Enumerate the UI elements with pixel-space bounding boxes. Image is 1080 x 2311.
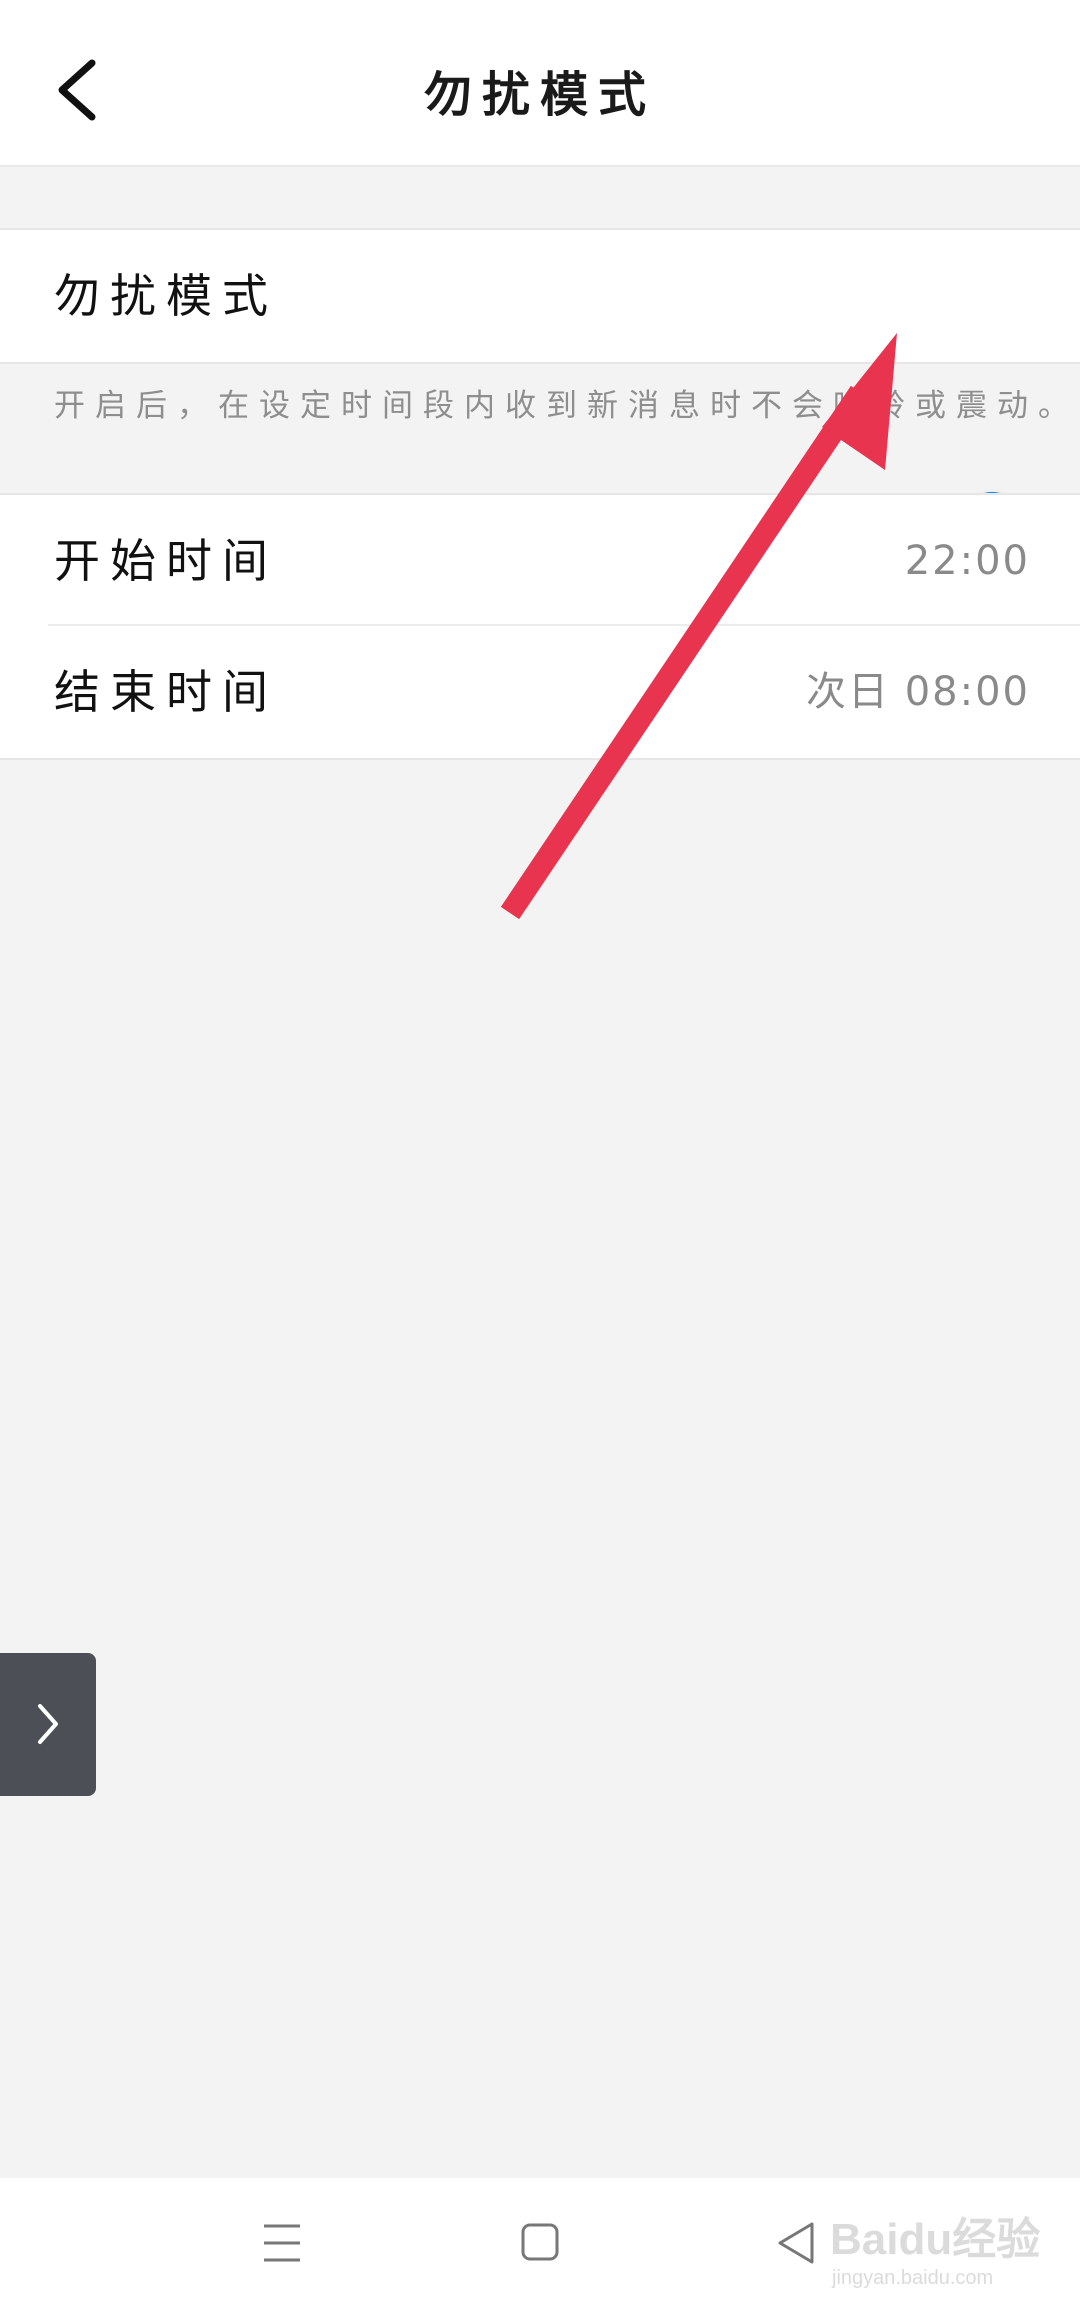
back-triangle-icon[interactable]	[776, 2218, 816, 2268]
page-title: 勿扰模式	[423, 67, 656, 123]
dnd-hint-text: 开启后，在设定时间段内收到新消息时不会响铃或震动。	[54, 388, 1079, 424]
dnd-label: 勿扰模式	[54, 269, 278, 323]
end-time-row[interactable]: 结束时间 次日 08:00	[0, 626, 1080, 760]
dnd-setting-row: 勿扰模式	[0, 228, 1080, 550]
chevron-right-icon	[38, 1704, 58, 1744]
start-time-label: 开始时间	[54, 534, 278, 588]
menu-icon[interactable]	[262, 2218, 302, 2268]
side-expand-tab[interactable]	[0, 1653, 96, 1796]
home-square-icon[interactable]	[520, 2218, 560, 2268]
app-header: 勿扰模式	[0, 0, 1080, 167]
watermark-text: Baidu经验	[830, 2215, 1041, 2264]
end-time-value: 次日 08:00	[806, 669, 1030, 715]
end-time-label: 结束时间	[54, 665, 278, 719]
baidu-watermark: Baidu经验 jingyan.baidu.com	[820, 2185, 1060, 2305]
start-time-row[interactable]: 开始时间 22:00	[0, 493, 1080, 627]
start-time-value: 22:00	[904, 538, 1030, 584]
watermark-subtext: jingyan.baidu.com	[832, 2267, 994, 2289]
